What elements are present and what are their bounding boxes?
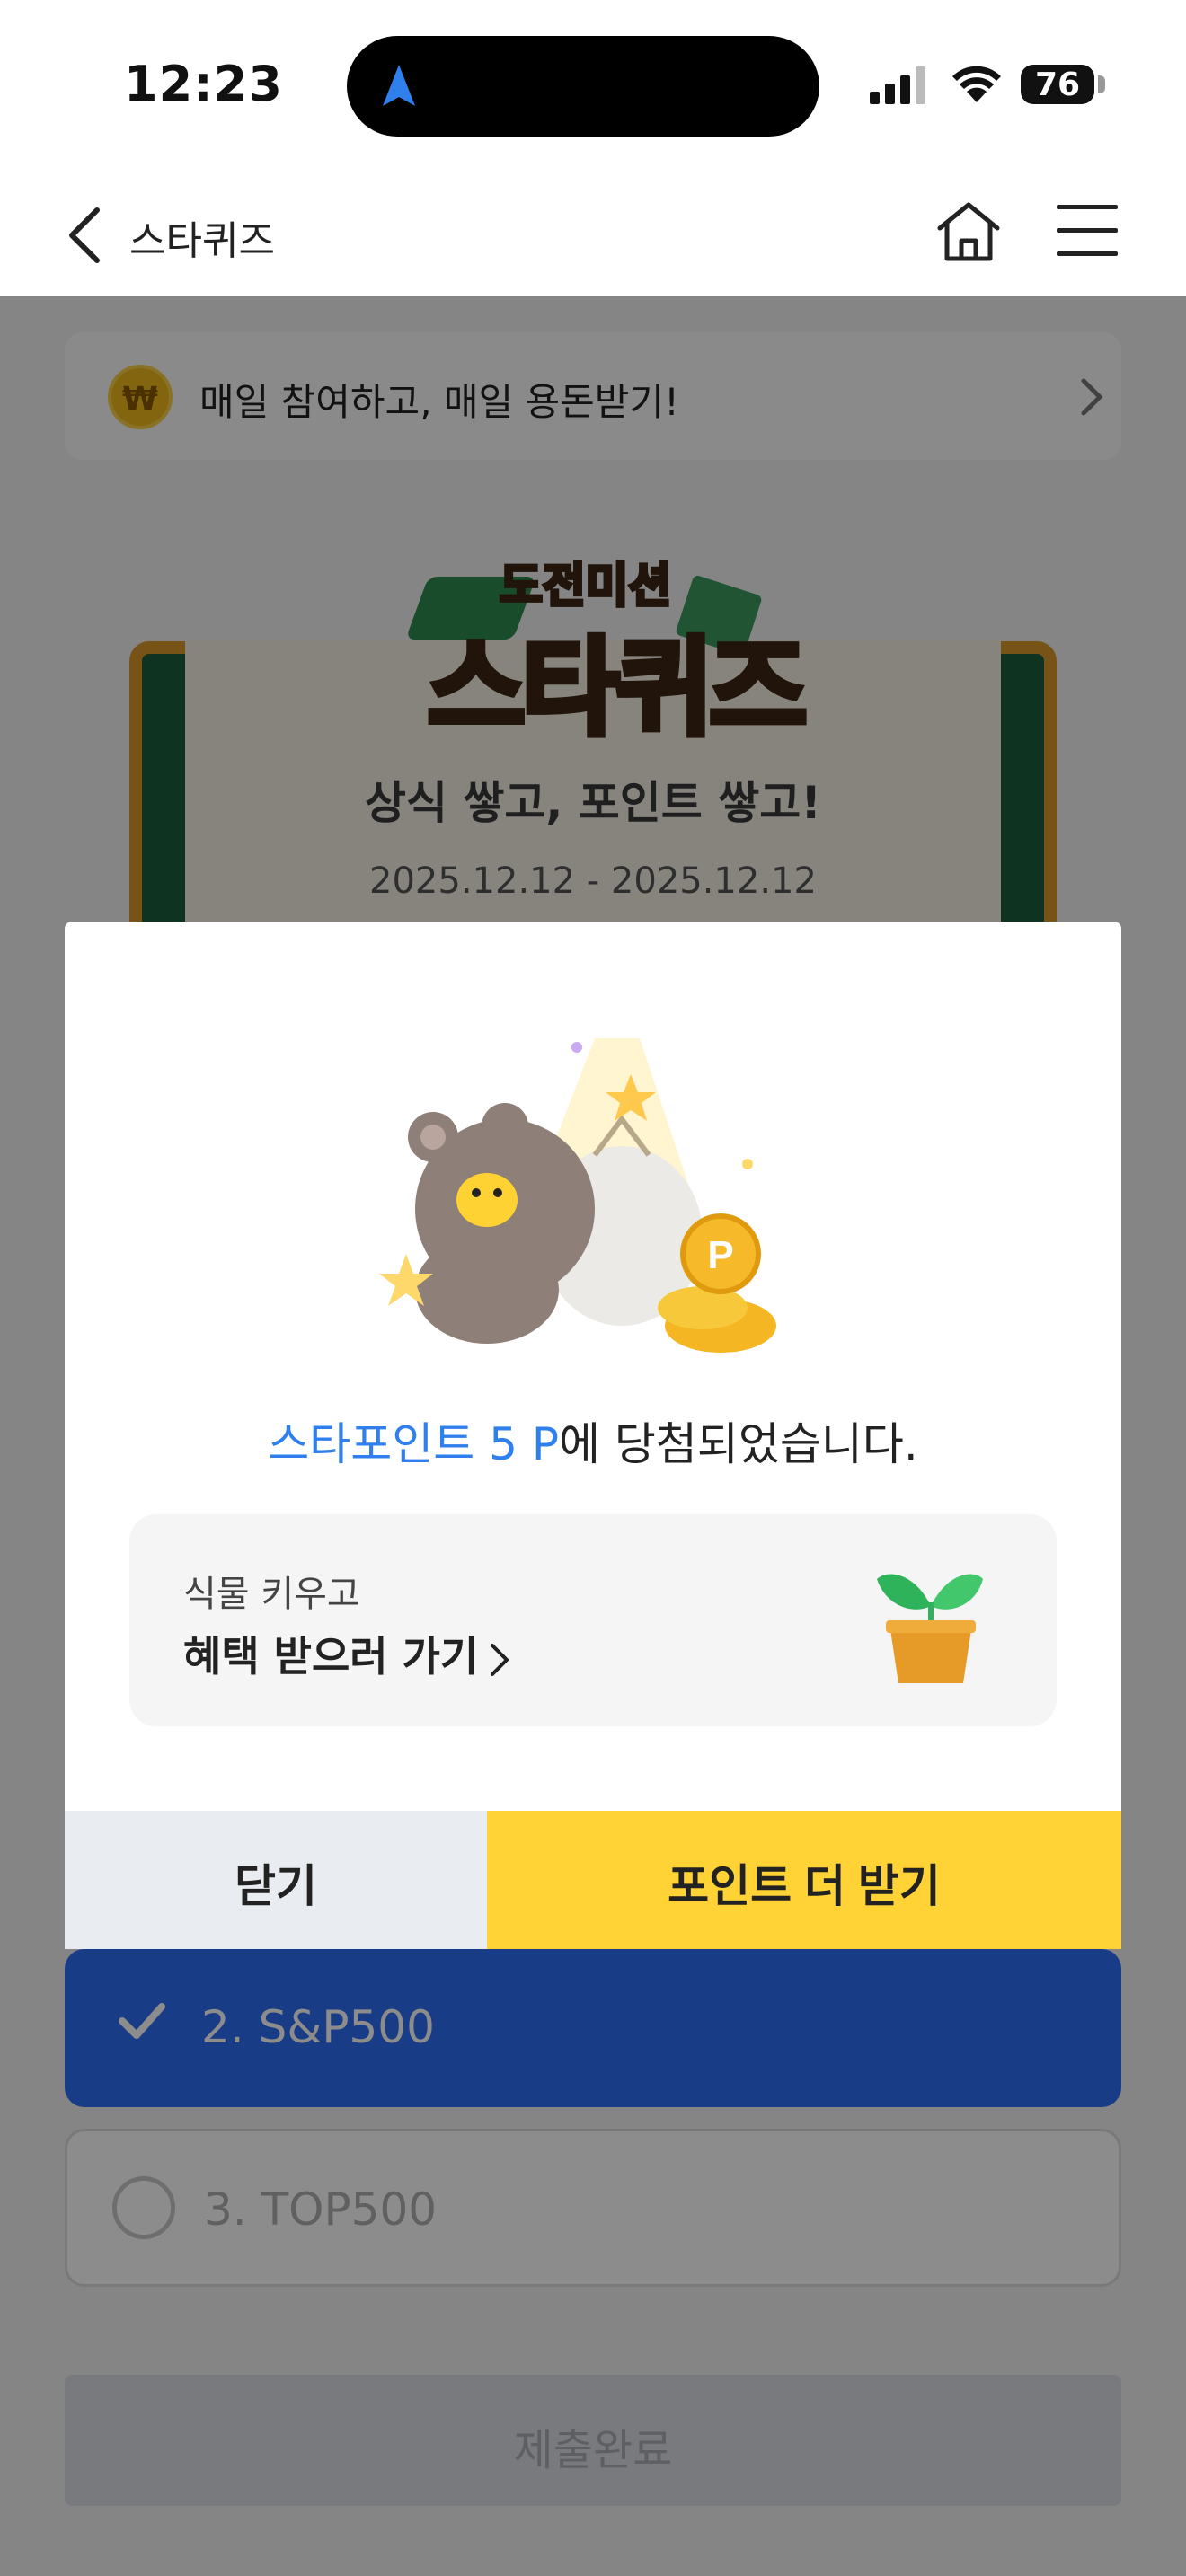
back-chevron-icon[interactable]: [63, 207, 108, 264]
plant-card-link-label: 혜택 받으러 가기: [183, 1632, 479, 1681]
reward-result-text: 스타포인트 5 P에 당첨되었습니다.: [65, 1408, 1121, 1473]
reward-modal: P 스타포인트 5 P에 당첨되었습니다. 식물 키우고 혜택 받으러 가기 닫…: [65, 922, 1121, 1949]
close-button[interactable]: 닫기: [65, 1811, 487, 1949]
dynamic-island: [347, 36, 819, 137]
status-time: 12:23: [124, 56, 283, 112]
close-button-label: 닫기: [235, 1861, 317, 1911]
reward-result-suffix: 에 당첨되었습니다.: [558, 1418, 918, 1470]
chevron-right-icon: [491, 1643, 510, 1676]
plant-card-subtitle: 식물 키우고: [183, 1574, 360, 1615]
hamburger-menu-icon[interactable]: [1057, 203, 1118, 259]
sprout-pot-icon: [877, 1574, 983, 1683]
home-icon[interactable]: [934, 199, 1003, 264]
plant-card-link[interactable]: 혜택 받으러 가기: [183, 1624, 510, 1683]
more-points-button[interactable]: 포인트 더 받기: [487, 1811, 1121, 1949]
wifi-icon: [952, 66, 1001, 102]
page-title: 스타퀴즈: [129, 218, 275, 264]
coin-letter: P: [707, 1233, 733, 1277]
cellular-signal-icon: [870, 66, 925, 104]
battery-cap: [1098, 75, 1105, 93]
bear-money-bag-illustration: P: [379, 1038, 776, 1353]
nav-bar: 스타퀴즈: [0, 171, 1186, 296]
status-bar: 12:23 76: [0, 0, 1186, 171]
reward-amount: 스타포인트 5 P: [268, 1418, 559, 1470]
plant-benefit-card[interactable]: 식물 키우고 혜택 받으러 가기: [129, 1514, 1057, 1726]
battery-icon: 76: [1021, 65, 1094, 104]
location-arrow-icon: [383, 65, 415, 106]
more-points-button-label: 포인트 더 받기: [668, 1861, 941, 1911]
battery-level: 76: [1034, 66, 1081, 103]
